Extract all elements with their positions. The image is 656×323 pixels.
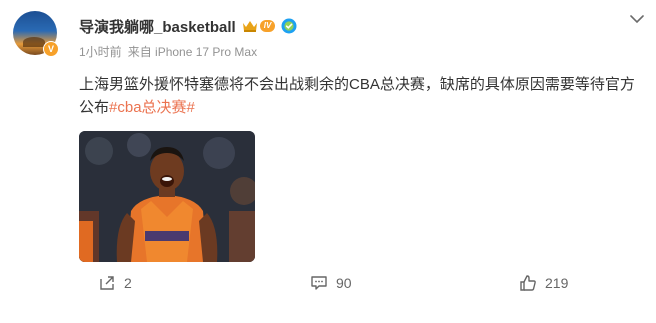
- crown-icon: [242, 21, 257, 32]
- verified-icon: [281, 18, 297, 34]
- post-time[interactable]: 1小时前: [79, 43, 122, 60]
- comment-count: 90: [336, 275, 352, 291]
- verified-v-badge-icon: V: [43, 41, 59, 57]
- username-link[interactable]: 导演我躺哪_basketball: [79, 16, 236, 37]
- weibo-post-card: V 导演我躺哪_basketball IV 1小时前 来自 iPhone 17 …: [0, 0, 656, 323]
- post-image[interactable]: [79, 131, 255, 262]
- hashtag-link[interactable]: #cba总决赛#: [109, 99, 195, 116]
- post-text: 上海男篮外援怀特塞德将不会出战剩余的CBA总决赛，缺席的具体原因需要等待官方公布…: [79, 73, 644, 119]
- avatar[interactable]: V: [13, 11, 59, 57]
- comment-icon: [311, 276, 327, 290]
- basketball-player-photo-icon: [79, 131, 255, 262]
- name-row: 导演我躺哪_basketball IV: [79, 16, 297, 36]
- repost-icon: [100, 276, 114, 290]
- like-count: 219: [545, 275, 569, 291]
- post-footer: 2 90 219: [0, 270, 656, 296]
- post-meta: 1小时前 来自 iPhone 17 Pro Max: [79, 43, 257, 60]
- comment-button[interactable]: 90: [310, 270, 352, 296]
- post-source: 来自 iPhone 17 Pro Max: [127, 45, 258, 59]
- repost-count: 2: [124, 275, 132, 291]
- like-button[interactable]: 219: [519, 270, 568, 296]
- chevron-down-icon[interactable]: [629, 14, 645, 24]
- thumbs-up-icon: [520, 275, 536, 291]
- repost-button[interactable]: 2: [98, 270, 132, 296]
- level-badge: IV: [259, 20, 276, 32]
